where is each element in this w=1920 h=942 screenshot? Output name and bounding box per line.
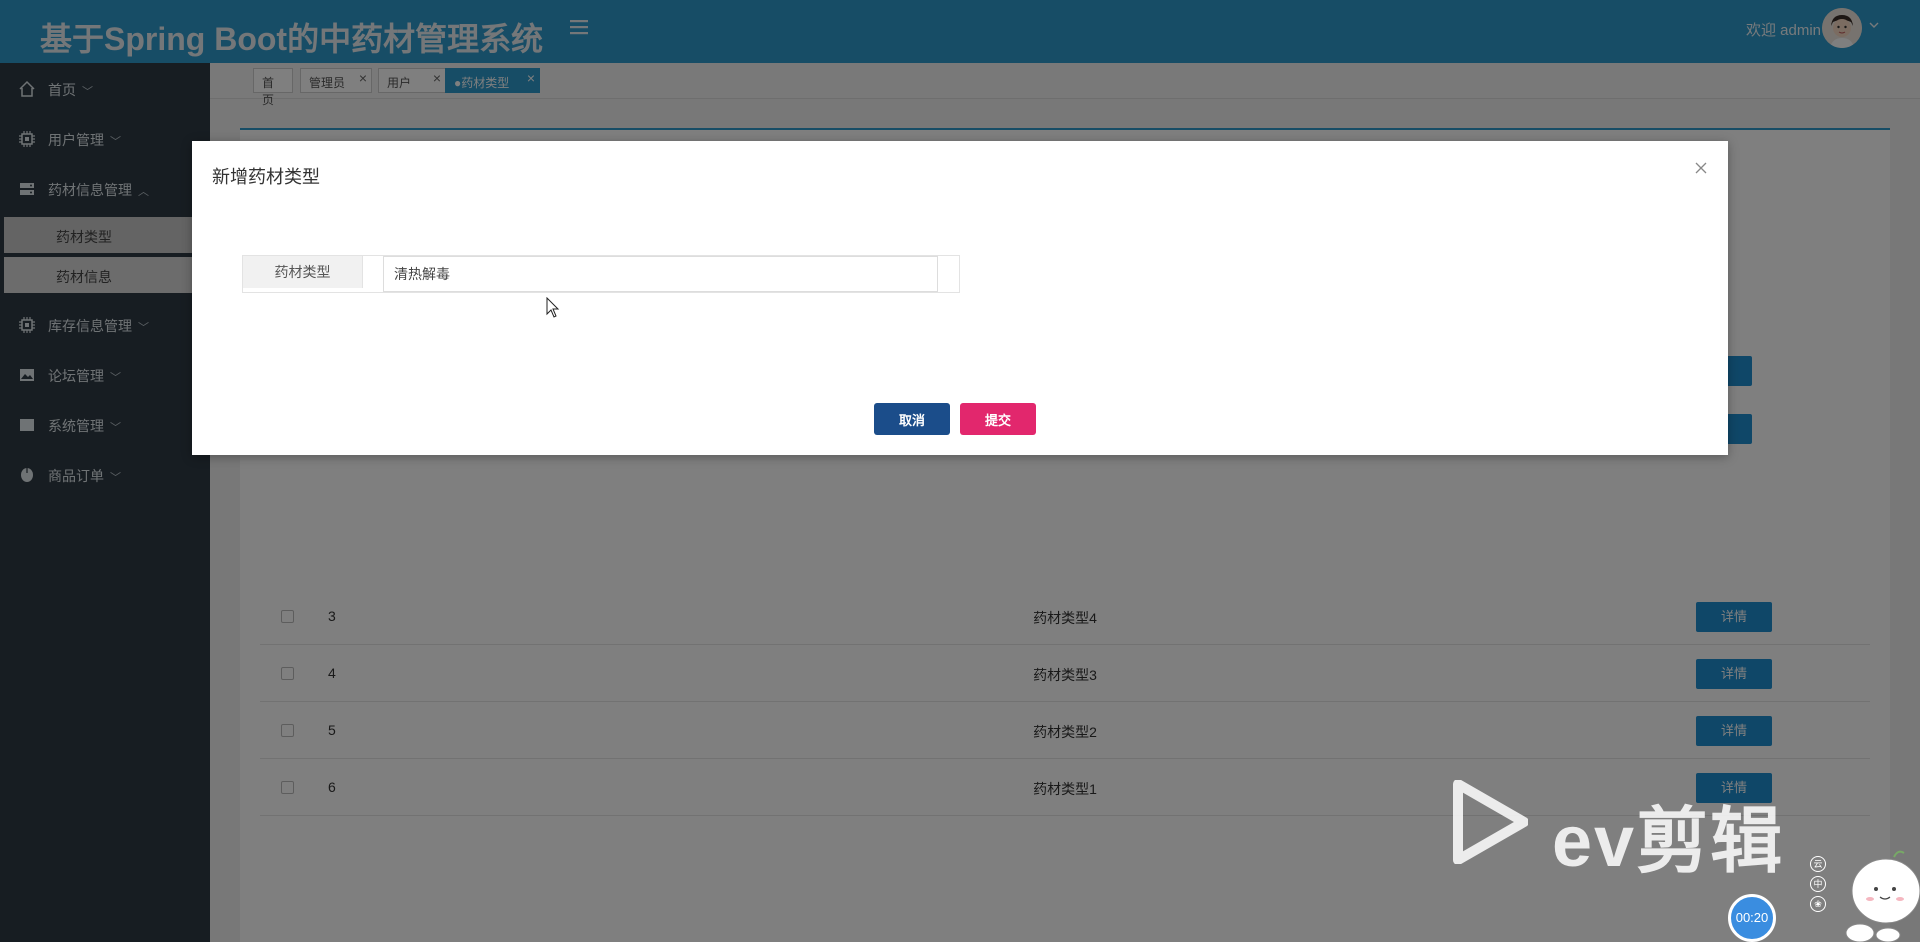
flower-icon[interactable]: ❀ (1810, 896, 1826, 912)
center-icon[interactable]: 中 (1810, 876, 1826, 892)
dialog-title: 新增药材类型 (212, 167, 320, 187)
cancel-button[interactable]: 取消 (874, 403, 950, 435)
submit-button[interactable]: 提交 (960, 403, 1036, 435)
play-logo-icon (1452, 779, 1529, 865)
cloud-icon[interactable]: 云 (1810, 856, 1826, 872)
herb-type-input[interactable] (383, 256, 938, 292)
herb-type-label: 药材类型 (243, 256, 363, 288)
mouse-cursor-icon (546, 296, 560, 319)
herb-type-form-row: 药材类型 (242, 255, 960, 293)
watermark-brand-text: ev剪辑 (1552, 802, 1785, 882)
recorder-side-icons: 云 中 ❀ (1810, 856, 1828, 916)
close-icon[interactable] (1694, 159, 1708, 180)
mascot-icon (1842, 845, 1920, 942)
recording-timer[interactable]: 00:20 (1728, 894, 1776, 942)
add-herb-type-dialog: 新增药材类型 药材类型 取消 提交 (192, 141, 1728, 455)
